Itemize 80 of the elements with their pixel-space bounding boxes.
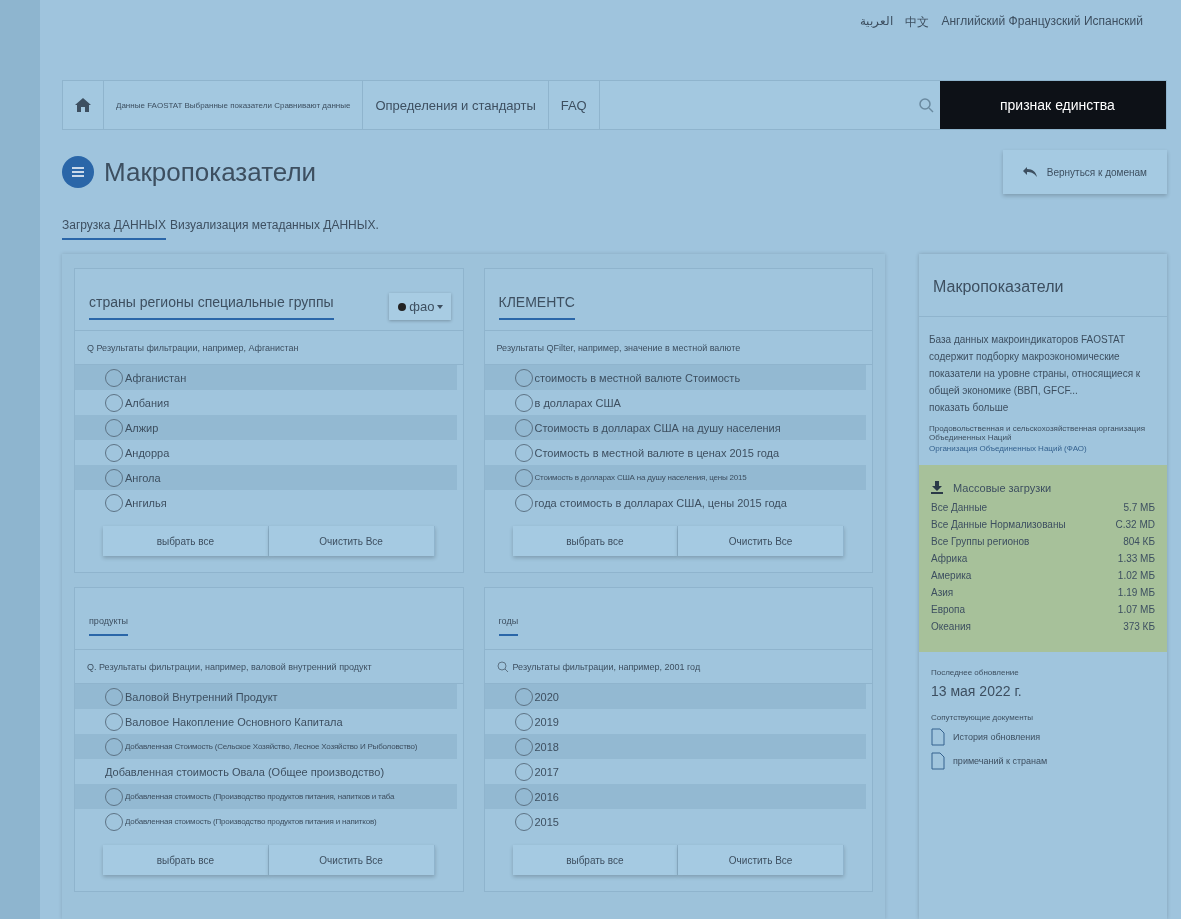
download-link[interactable]: Все Данные 5.7 МБ — [931, 502, 1155, 513]
list-item[interactable]: 2016 — [484, 784, 866, 809]
list-item[interactable]: Алжир — [75, 415, 457, 440]
download-link[interactable]: Африка 1.33 МБ — [931, 553, 1155, 564]
download-link[interactable]: Все Группы регионов 804 КБ — [931, 536, 1155, 547]
list-item[interactable]: Стоимость в местной валюте в ценах 2015 года — [484, 440, 866, 465]
caret-icon — [436, 304, 443, 309]
tab[interactable]: Визуализация метаданных ДАННЫХ. — [169, 214, 379, 240]
filter-placeholder: Q. Результаты фильтрации, например, валовой внутренний продукт — [87, 661, 372, 672]
list-item[interactable]: Добавленная стоимость (Производство продуктов питания и напитков) — [75, 809, 457, 834]
list-item[interactable]: Афганистан — [75, 365, 457, 390]
clear-all-button[interactable]: Очистить Все — [268, 845, 435, 875]
list-item[interactable]: Ангилья — [75, 490, 457, 515]
list-item[interactable]: 2020 — [484, 684, 866, 709]
sidebar-title: Макропоказатели — [919, 254, 1167, 317]
language-link[interactable]: العربية — [860, 14, 894, 80]
download-icon — [931, 481, 943, 494]
list-item[interactable]: Добавленная стоимость (Производство продуктов питания, напитков и табa — [75, 784, 457, 809]
nav-link[interactable]: Данные FAOSTAT Выбранные показатели Сравнивают данные — [104, 81, 364, 129]
select-all-button[interactable]: выбрать все — [103, 845, 269, 875]
list-item[interactable]: Валовое Накопление Основного Капитала — [75, 709, 457, 734]
list-item[interactable]: стоимость в местной валюте Стоимость — [484, 365, 866, 390]
download-link[interactable]: Все Данные Нормализованы С.32 МD — [931, 519, 1155, 530]
home-icon — [75, 98, 91, 112]
card-title: страны регионы специальные группы — [89, 293, 334, 320]
list-item[interactable]: 2019 — [484, 709, 866, 734]
list-item[interactable]: Андорра — [75, 440, 457, 465]
list-item[interactable]: 2015 — [484, 809, 866, 834]
description: База данных макроиндикаторов FAOSTAT содержит подборку макроэкономические показатели на уровне страны, относящиеся к общей экономике (ВВП, GFCF... показать больше — [929, 333, 1142, 415]
list-item[interactable]: Стоимость в долларах США на душу населения, цены 2015 — [484, 465, 866, 490]
filter-placeholder: Q Результаты фильтрации, например, Афганистан — [87, 342, 299, 353]
list-item[interactable]: Добавленная Стоимость (Сельское Хозяйство, Лесное Хозяйство И Рыболовство) — [75, 734, 457, 759]
filter-placeholder: Результаты фильтрации, например, 2001 год — [512, 661, 701, 672]
pdf-file-icon — [931, 728, 945, 746]
list-item[interactable]: года стоимость в долларах США, цены 2015 года — [484, 490, 866, 515]
clear-all-button[interactable]: Очистить Все — [678, 526, 844, 556]
nav-link[interactable]: FAQ — [548, 81, 600, 129]
download-link[interactable]: Океания 373 КБ — [931, 621, 1155, 632]
show-more-link[interactable]: показать больше — [929, 402, 1009, 413]
bulk-title: Массовые загрузки — [953, 481, 1052, 494]
docs-label: Сопутствующие документы — [931, 713, 1034, 722]
list-item[interactable]: Албания — [75, 390, 457, 415]
list-item[interactable]: в долларах США — [484, 390, 866, 415]
clear-all-button[interactable]: Очистить Все — [268, 526, 435, 556]
card-title: продукты — [89, 615, 129, 636]
nav-link[interactable]: Определения и стандарты — [363, 81, 549, 129]
download-link[interactable]: Америка 1.02 МБ — [931, 570, 1155, 581]
select-all-button[interactable]: выбрать все — [512, 845, 679, 875]
language-link[interactable]: 中文 — [905, 14, 930, 80]
updated-label: Последнее обновление — [931, 668, 1020, 677]
list-item[interactable]: Стоимость в долларах США на душу населения — [484, 415, 866, 440]
page-title: Макропоказатели — [104, 156, 317, 188]
card-title: годы — [498, 615, 519, 636]
search-field[interactable]: признак единства — [940, 81, 1166, 129]
list-item[interactable]: Валовой Внутренний Продукт — [75, 684, 457, 709]
card-title: КЛЕМЕНТС — [498, 293, 575, 320]
updated-date: 13 мая 2022 г. — [931, 683, 1023, 699]
source-link[interactable]: Организация Объединенных Наций (ФАО) — [929, 444, 1157, 453]
filter-placeholder: Результаты QFilter, например, значение в местной валюте — [496, 342, 741, 353]
download-link[interactable]: Азия 1.19 МБ — [931, 587, 1155, 598]
select-all-button[interactable]: выбрать все — [512, 526, 679, 556]
list-item[interactable]: Ангола — [75, 465, 457, 490]
undo-icon — [1022, 167, 1037, 177]
language-link[interactable]: Английский Французский Испанский — [941, 14, 1143, 80]
menu-icon — [72, 167, 84, 177]
search-icon — [918, 97, 934, 113]
document-link[interactable]: примечаний к странам — [931, 752, 1155, 770]
list-item[interactable]: Добавленная стоимость Овала (Общее производство) — [75, 759, 457, 784]
download-link[interactable]: Европа 1.07 МБ — [931, 604, 1155, 615]
source-text: Продовольственная и сельскохозяйственная организация Объединенных Наций — [929, 424, 1146, 442]
pdf-file-icon — [931, 752, 945, 770]
select-all-button[interactable]: выбрать все — [103, 526, 269, 556]
tab[interactable]: Загрузка ДАННЫХ — [62, 214, 166, 240]
back-button[interactable]: Вернуться к доменам — [1002, 150, 1167, 194]
list-item[interactable]: 2017 — [484, 759, 866, 784]
list-item[interactable]: 2018 — [484, 734, 866, 759]
dropdown-button[interactable]: фао — [389, 293, 451, 320]
menu-button[interactable] — [62, 156, 94, 188]
clear-all-button[interactable]: Очистить Все — [678, 845, 844, 875]
document-link[interactable]: История обновления — [931, 728, 1155, 746]
